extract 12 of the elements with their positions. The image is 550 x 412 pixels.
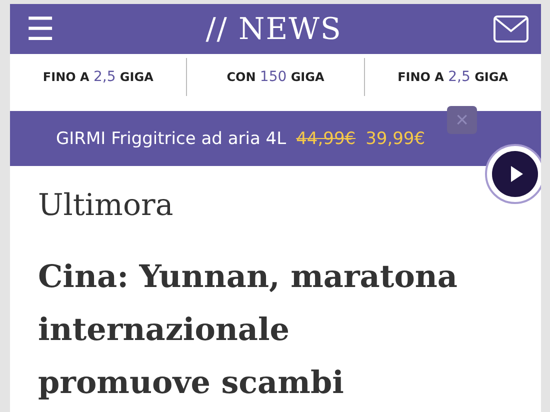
logo[interactable]: // NEWS bbox=[206, 12, 342, 46]
mail-icon[interactable] bbox=[492, 15, 529, 43]
section-title: Ultimora bbox=[38, 188, 174, 223]
offer-text: FINO A 2,5 GIGA bbox=[398, 69, 508, 85]
offer-text: FINO A 2,5 GIGA bbox=[42, 69, 154, 85]
product-name: GIRMI Friggitrice ad aria 4L bbox=[56, 128, 286, 148]
play-button[interactable] bbox=[484, 143, 541, 205]
new-price: 39,99€ bbox=[366, 128, 426, 148]
headline[interactable]: Cina: Yunnan, maratona internazionale promuove scambi bbox=[38, 251, 466, 410]
menu-button[interactable]: ☰ bbox=[26, 13, 55, 45]
old-price: 44,99€ bbox=[296, 128, 356, 148]
offer-text: CON 150 GIGA bbox=[226, 69, 324, 85]
